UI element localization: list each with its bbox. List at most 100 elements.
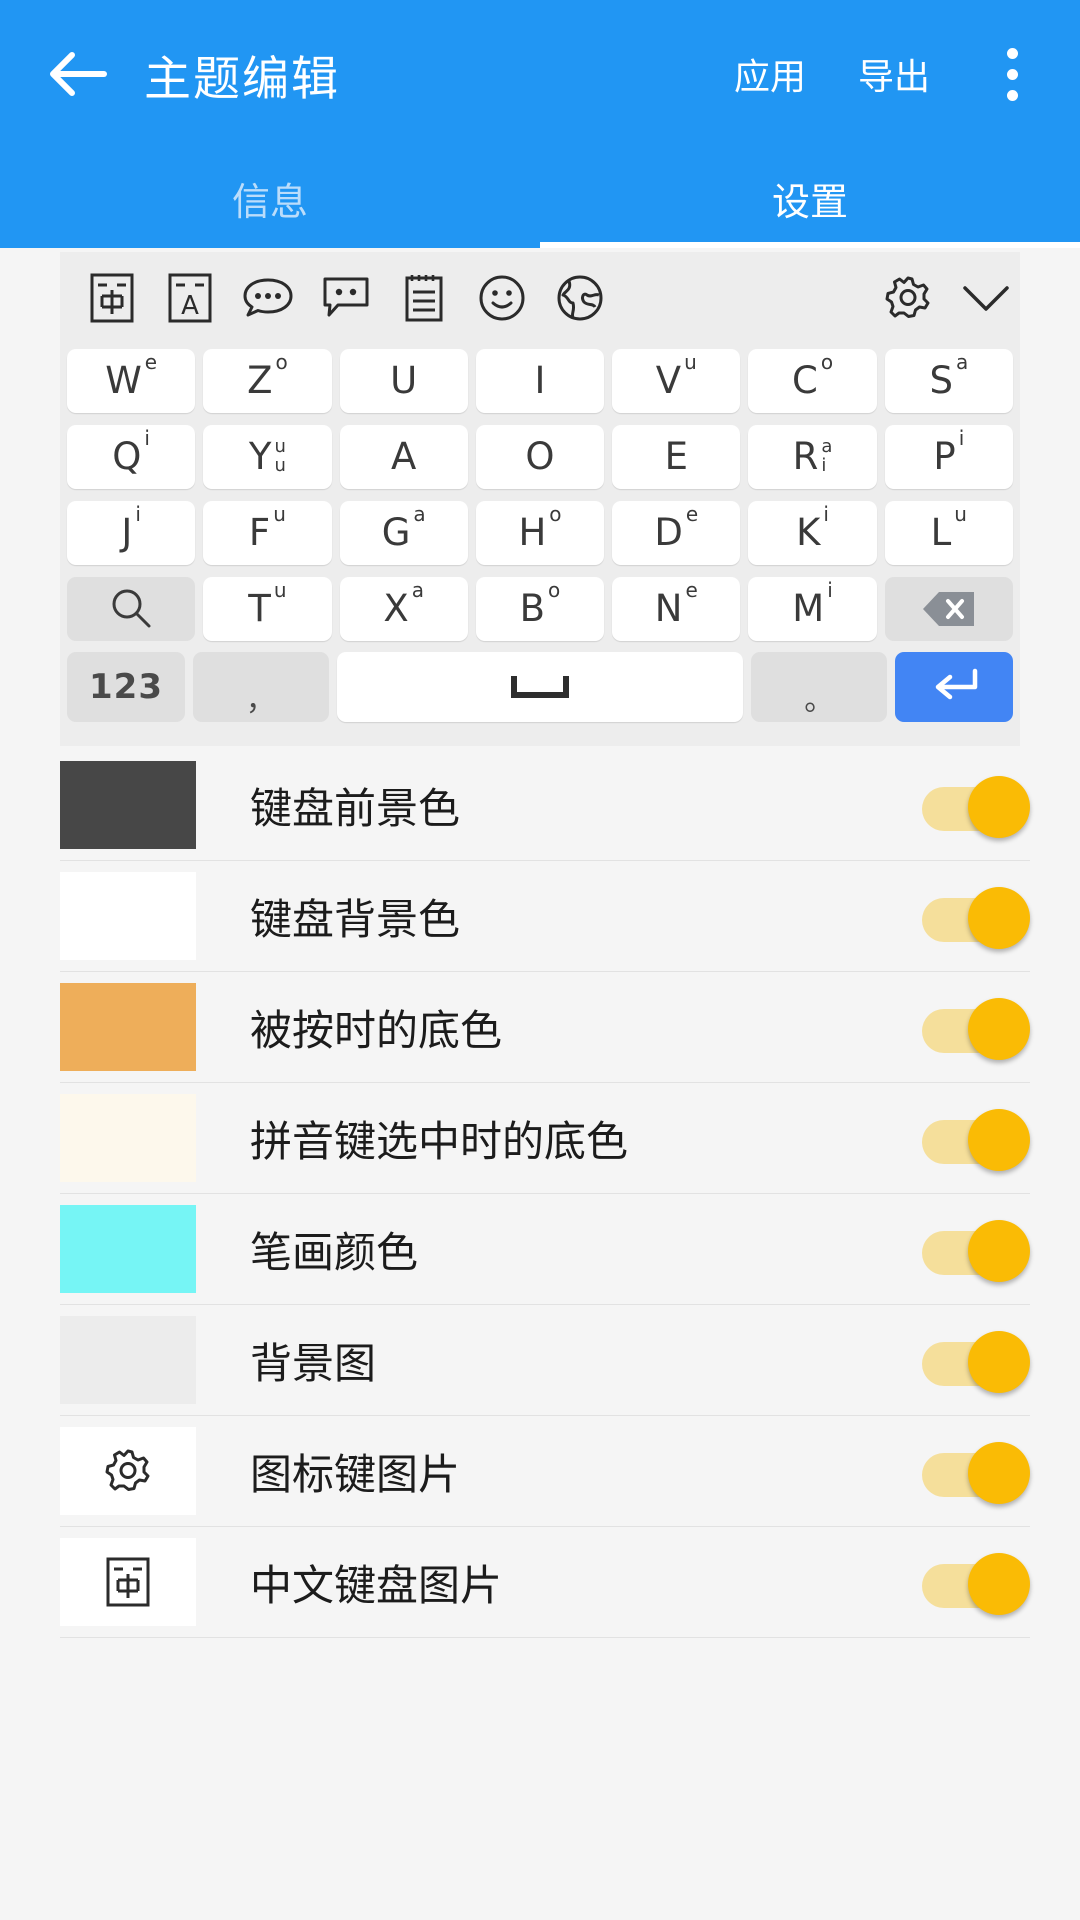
color-swatch[interactable] [60,761,196,849]
chevron-down-icon[interactable] [958,270,1014,326]
speech-bubble-icon[interactable] [240,270,296,326]
settings-list: 键盘前景色 键盘背景色 被按时的底色 拼音键选中时的底色 笔画颜色 背景图 图标… [0,750,1080,1638]
key-h[interactable]: H o [475,500,605,565]
list-item[interactable]: 背景图 [60,1305,1030,1416]
list-item[interactable]: 键盘前景色 [60,750,1030,861]
clipboard-icon[interactable] [396,270,452,326]
key-u[interactable]: U [339,348,468,413]
chinese-input-icon[interactable] [84,270,140,326]
chat-bubble-icon[interactable] [318,270,374,326]
key-r[interactable]: R a i [748,424,877,489]
key-f[interactable]: F u [203,500,332,565]
key-l[interactable]: L u [884,500,1013,565]
icon-key-image-swatch[interactable] [60,1427,196,1515]
toggle-switch[interactable] [922,1218,1030,1282]
toggle-switch[interactable] [922,1440,1030,1504]
keyboard-toolbar: A [60,252,1020,344]
toggle-switch[interactable] [922,996,1030,1060]
key-x[interactable]: X a [339,576,468,641]
key-m[interactable]: M i [748,576,877,641]
key-period-label: 。 [804,683,835,718]
key-n[interactable]: N e [612,576,741,641]
color-swatch[interactable] [60,1205,196,1293]
list-item[interactable]: 中文键盘图片 [60,1527,1030,1638]
overflow-menu-button[interactable] [982,34,1042,114]
export-button[interactable]: 导出 [858,48,930,100]
chinese-keyboard-image-swatch[interactable] [60,1538,196,1626]
key-t[interactable]: T u [203,576,332,641]
color-swatch[interactable] [60,1094,196,1182]
key-w[interactable]: W e [67,348,196,413]
key-search[interactable] [67,576,196,641]
backspace-icon [920,588,978,630]
toggle-switch[interactable] [922,1329,1030,1393]
key-i[interactable]: I [475,348,605,413]
key-hint-label: o [820,349,834,374]
key-hint-label: i [144,425,150,450]
app-screen: 主题编辑 应用 导出 信息 设置 A W e Z o U I V u C o S… [0,0,1080,1920]
globe-icon[interactable] [552,270,608,326]
list-item[interactable]: 笔画颜色 [60,1194,1030,1305]
key-v[interactable]: V u [612,348,741,413]
space-bar-icon [510,676,569,698]
list-item[interactable]: 被按时的底色 [60,972,1030,1083]
key-space[interactable] [336,652,744,722]
key-hint-label: u [274,454,286,476]
tab-info[interactable]: 信息 [0,148,540,248]
key-base-label: L [930,511,952,554]
keyboard-preview: A W e Z o U I V u C o S a Q i Y u u A O … [60,252,1020,746]
key-b[interactable]: B o [475,576,605,641]
color-swatch[interactable] [60,872,196,960]
key-period[interactable]: 。 [751,652,887,722]
key-backspace[interactable] [884,576,1013,641]
key-s[interactable]: S a [884,348,1013,413]
key-enter[interactable] [894,652,1013,722]
emoji-icon[interactable] [474,270,530,326]
toggle-switch[interactable] [922,1551,1030,1615]
more-vertical-icon-dot [1006,68,1018,80]
key-hint-label: u [274,435,286,457]
key-d[interactable]: D e [612,500,741,565]
key-base-label: A [391,435,417,478]
key-g[interactable]: G a [339,500,468,565]
key-base-label: T [248,587,271,630]
key-hint-label: a [411,577,425,602]
toggle-switch[interactable] [922,774,1030,838]
apply-button[interactable]: 应用 [734,48,806,100]
key-numbers[interactable]: 123 [67,652,185,722]
key-numbers-label: 123 [89,667,163,707]
key-hint-label: i [958,425,965,450]
list-item-label: 中文键盘图片 [250,1560,503,1610]
key-y[interactable]: Y u u [203,424,332,489]
key-hint-stack: u u [274,435,286,476]
english-input-icon[interactable]: A [162,270,218,326]
key-base-label: R [792,435,819,478]
list-item[interactable]: 拼音键选中时的底色 [60,1083,1030,1194]
back-button[interactable] [48,43,110,105]
key-k[interactable]: K i [748,500,877,565]
key-q[interactable]: Q i [67,424,196,489]
key-base-label: N [654,587,683,630]
list-item-label: 拼音键选中时的底色 [250,1116,629,1166]
gear-icon[interactable] [880,270,936,326]
key-e[interactable]: E [612,424,741,489]
list-item[interactable]: 键盘背景色 [60,861,1030,972]
key-base-label: B [519,587,546,630]
key-p[interactable]: P i [884,424,1013,489]
toggle-switch[interactable] [922,885,1030,949]
key-c[interactable]: C o [748,348,877,413]
page-title: 主题编辑 [144,51,340,107]
key-base-label: O [525,435,555,478]
tab-settings-label: 设置 [771,179,848,224]
toggle-switch[interactable] [922,1107,1030,1171]
key-base-label: D [654,511,683,554]
key-z[interactable]: Z o [203,348,332,413]
background-image-swatch[interactable] [60,1316,196,1404]
key-j[interactable]: J i [67,500,196,565]
key-o[interactable]: O [475,424,605,489]
key-a[interactable]: A [339,424,468,489]
list-item[interactable]: 图标键图片 [60,1416,1030,1527]
tab-settings[interactable]: 设置 [540,148,1080,248]
color-swatch[interactable] [60,983,196,1071]
key-comma[interactable]: ， [193,652,329,722]
